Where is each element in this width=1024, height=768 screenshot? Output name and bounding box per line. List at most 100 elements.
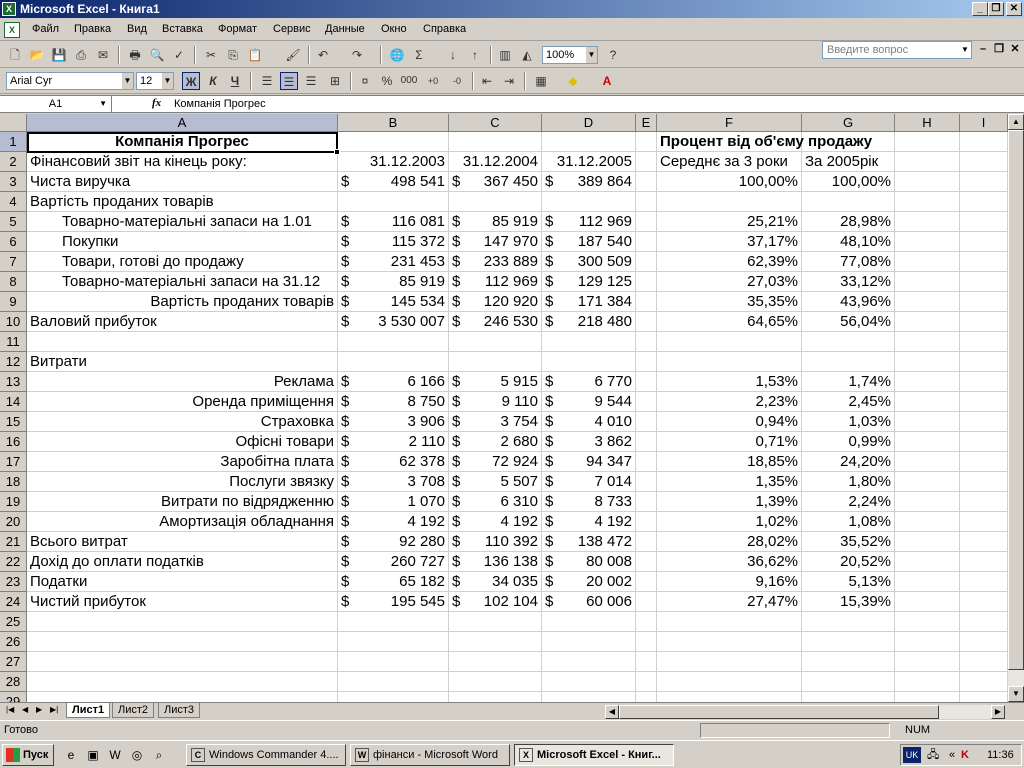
cell-h24[interactable] — [895, 592, 960, 612]
bold-icon[interactable]: Ж — [182, 72, 200, 90]
cell-a12[interactable]: Витрати — [27, 352, 338, 372]
cell-c17[interactable]: $72 924 — [449, 452, 542, 472]
cell-a19[interactable]: Витрати по відрядженню — [27, 492, 338, 512]
select-all-corner[interactable] — [0, 114, 27, 132]
row-header-7[interactable]: 7 — [0, 252, 27, 272]
cell-i7[interactable] — [960, 252, 1008, 272]
cell-g10[interactable]: 56,04% — [802, 312, 895, 332]
cell-c5[interactable]: $85 919 — [449, 212, 542, 232]
cell-h5[interactable] — [895, 212, 960, 232]
cell-d6[interactable]: $187 540 — [542, 232, 636, 252]
row-header-29[interactable]: 29 — [0, 692, 27, 702]
row-header-1[interactable]: 1 — [0, 132, 27, 152]
cell-c21[interactable]: $110 392 — [449, 532, 542, 552]
cell-h15[interactable] — [895, 412, 960, 432]
cell-e10[interactable] — [636, 312, 657, 332]
cell-a3[interactable]: Чиста виручка — [27, 172, 338, 192]
cell-f5[interactable]: 25,21% — [657, 212, 802, 232]
cell-a21[interactable]: Всього витрат — [27, 532, 338, 552]
cell-d13[interactable]: $6 770 — [542, 372, 636, 392]
cell-d29[interactable] — [542, 692, 636, 702]
cell-a27[interactable] — [27, 652, 338, 672]
cell-a5[interactable]: Товарно-матеріальні запаси на 1.01 — [27, 212, 338, 232]
cell-i29[interactable] — [960, 692, 1008, 702]
cell-e13[interactable] — [636, 372, 657, 392]
cell-b8[interactable]: $85 919 — [338, 272, 449, 292]
cell-f16[interactable]: 0,71% — [657, 432, 802, 452]
cell-f2[interactable]: Середнє за 3 роки — [657, 152, 802, 172]
cell-h19[interactable] — [895, 492, 960, 512]
cell-d1[interactable] — [542, 132, 636, 152]
cell-f25[interactable] — [657, 612, 802, 632]
cut-icon[interactable]: ✂ — [202, 46, 220, 64]
cell-c19[interactable]: $6 310 — [449, 492, 542, 512]
column-header-b[interactable]: B — [338, 114, 449, 132]
cell-c12[interactable] — [449, 352, 542, 372]
cell-f15[interactable]: 0,94% — [657, 412, 802, 432]
menu-format[interactable]: Формат — [218, 23, 257, 35]
cell-f20[interactable]: 1,02% — [657, 512, 802, 532]
cell-b26[interactable] — [338, 632, 449, 652]
cell-d8[interactable]: $129 125 — [542, 272, 636, 292]
column-header-e[interactable]: E — [636, 114, 657, 132]
cell-a2[interactable]: Фінансовий звіт на кінець року: — [27, 152, 338, 172]
row-header-2[interactable]: 2 — [0, 152, 27, 172]
row-header-10[interactable]: 10 — [0, 312, 27, 332]
media-icon[interactable]: ◎ — [128, 746, 146, 764]
cell-b11[interactable] — [338, 332, 449, 352]
cell-i13[interactable] — [960, 372, 1008, 392]
cell-f22[interactable]: 36,62% — [657, 552, 802, 572]
cell-h17[interactable] — [895, 452, 960, 472]
cell-g12[interactable] — [802, 352, 895, 372]
cell-a26[interactable] — [27, 632, 338, 652]
cell-a17[interactable]: Заробітна плата — [27, 452, 338, 472]
cell-c22[interactable]: $136 138 — [449, 552, 542, 572]
cell-h11[interactable] — [895, 332, 960, 352]
cell-g1[interactable] — [802, 132, 895, 152]
redo-icon[interactable]: ↷ — [348, 46, 366, 64]
cell-b4[interactable] — [338, 192, 449, 212]
cell-c3[interactable]: $367 450 — [449, 172, 542, 192]
row-header-20[interactable]: 20 — [0, 512, 27, 532]
cell-b2[interactable]: 31.12.2003 — [338, 152, 449, 172]
row-header-15[interactable]: 15 — [0, 412, 27, 432]
menu-view[interactable]: Вид — [127, 23, 147, 35]
cell-g6[interactable]: 48,10% — [802, 232, 895, 252]
cell-b27[interactable] — [338, 652, 449, 672]
cell-i3[interactable] — [960, 172, 1008, 192]
row-header-3[interactable]: 3 — [0, 172, 27, 192]
cell-a7[interactable]: Товари, готові до продажу — [27, 252, 338, 272]
chevron-down-icon[interactable]: ▼ — [162, 73, 173, 89]
open-icon[interactable]: 📂 — [28, 46, 46, 64]
cell-d27[interactable] — [542, 652, 636, 672]
cell-h7[interactable] — [895, 252, 960, 272]
decrease-decimal-icon[interactable]: -0 — [448, 72, 466, 90]
cell-f17[interactable]: 18,85% — [657, 452, 802, 472]
fx-icon[interactable]: fx — [152, 97, 161, 109]
cell-b6[interactable]: $115 372 — [338, 232, 449, 252]
cell-c26[interactable] — [449, 632, 542, 652]
spelling-icon[interactable]: ✓ — [170, 46, 188, 64]
fill-color-icon[interactable]: ◆ — [564, 72, 582, 90]
network-icon[interactable]: 🖧 — [927, 745, 939, 765]
cell-d17[interactable]: $94 347 — [542, 452, 636, 472]
cell-c1[interactable] — [449, 132, 542, 152]
cell-b24[interactable]: $195 545 — [338, 592, 449, 612]
cell-g9[interactable]: 43,96% — [802, 292, 895, 312]
format-painter-icon[interactable]: 🖌 — [284, 46, 302, 64]
cell-i26[interactable] — [960, 632, 1008, 652]
cell-d15[interactable]: $4 010 — [542, 412, 636, 432]
cell-a15[interactable]: Страховка — [27, 412, 338, 432]
cell-a14[interactable]: Оренда приміщення — [27, 392, 338, 412]
cell-c4[interactable] — [449, 192, 542, 212]
cell-c13[interactable]: $5 915 — [449, 372, 542, 392]
cell-h8[interactable] — [895, 272, 960, 292]
row-header-25[interactable]: 25 — [0, 612, 27, 632]
cell-h4[interactable] — [895, 192, 960, 212]
row-header-22[interactable]: 22 — [0, 552, 27, 572]
cell-d14[interactable]: $9 544 — [542, 392, 636, 412]
cell-e5[interactable] — [636, 212, 657, 232]
menu-window[interactable]: Окно — [381, 23, 407, 35]
quicklaunch-save-icon[interactable]: ▣ — [84, 746, 102, 764]
row-header-8[interactable]: 8 — [0, 272, 27, 292]
